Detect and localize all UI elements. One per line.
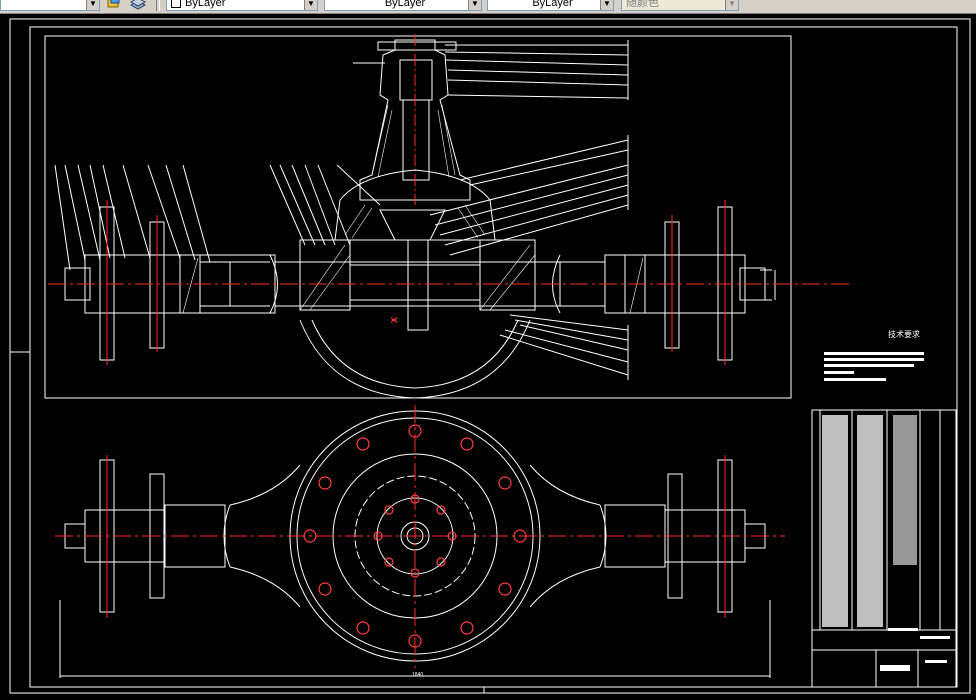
layer-properties-icon[interactable] xyxy=(130,0,146,10)
bolt-circles xyxy=(303,317,527,648)
chevron-down-icon: ▼ xyxy=(600,0,613,10)
lineweight-combo[interactable]: ByLayer ▼ xyxy=(487,0,614,11)
linetype-combo[interactable]: ByLayer ▼ xyxy=(324,0,482,11)
lineweight-combo-value: ByLayer xyxy=(532,0,573,9)
properties-toolbar: ▼ ByLayer ▼ ByLayer ▼ ByLayer ▼ 随颜色 ▼ xyxy=(0,0,976,14)
bottom-dimension: 1840 xyxy=(412,672,423,678)
color-combo[interactable]: ByLayer ▼ xyxy=(166,0,318,11)
separator xyxy=(156,0,160,11)
drawing-svg: 技术要求 1840 xyxy=(9,18,971,694)
section-hatching xyxy=(182,104,644,314)
parts-list xyxy=(822,352,950,671)
drawing-canvas[interactable]: 技术要求 1840 xyxy=(0,14,976,700)
plotstyle-combo[interactable]: 随颜色 ▼ xyxy=(621,0,739,11)
color-combo-value: ByLayer xyxy=(185,0,226,9)
plotstyle-combo-value: 随颜色 xyxy=(626,0,659,9)
section-view xyxy=(54,34,776,399)
color-swatch-icon xyxy=(171,0,181,9)
layer-states-icon[interactable] xyxy=(106,0,122,10)
chevron-down-icon: ▼ xyxy=(86,0,99,10)
layer-combo[interactable]: ▼ xyxy=(0,0,100,11)
tech-requirements-title: 技术要求 xyxy=(888,329,920,339)
chevron-down-icon: ▼ xyxy=(725,0,738,10)
linetype-combo-value: ByLayer xyxy=(384,0,426,9)
centerlines xyxy=(48,200,850,668)
chevron-down-icon: ▼ xyxy=(468,0,481,10)
chevron-down-icon: ▼ xyxy=(304,0,317,10)
